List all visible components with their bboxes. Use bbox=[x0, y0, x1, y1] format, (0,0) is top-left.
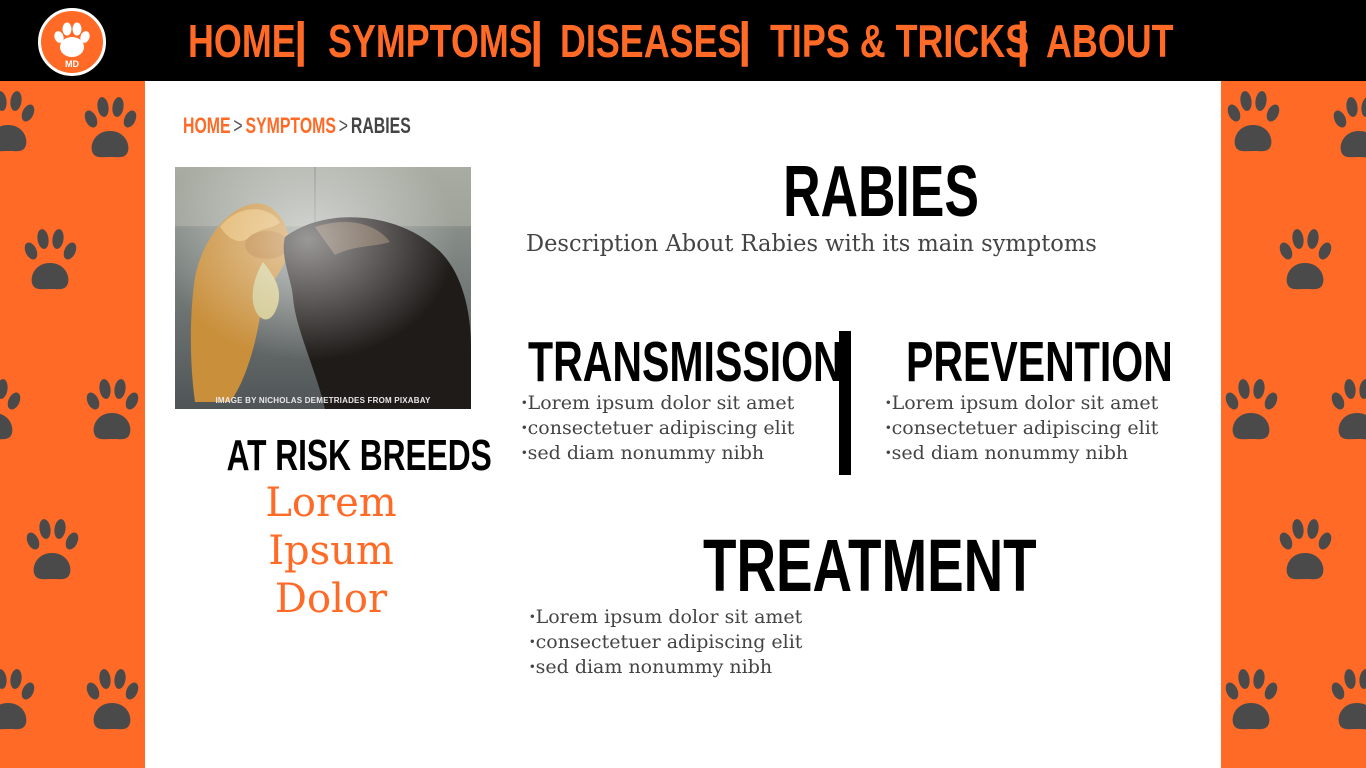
top-navigation-bar: MD HOME | SYMPTOMS | DISEASES | TIPS & T… bbox=[0, 0, 1366, 81]
breadcrumb-current: RABIES bbox=[350, 113, 411, 138]
paw-print-icon bbox=[0, 90, 141, 730]
photo-credit: IMAGE BY NICHOLAS DEMETRIADES FROM PIXAB… bbox=[215, 396, 431, 405]
treatment-heading: TREATMENT bbox=[703, 524, 1037, 607]
nav-symptoms[interactable]: SYMPTOMS bbox=[328, 14, 533, 68]
treatment-list: Lorem ipsum dolor sit amet consectetuer … bbox=[529, 605, 803, 680]
logo-text: MD bbox=[65, 59, 79, 69]
list-item: Lorem ipsum dolor sit amet bbox=[521, 391, 795, 416]
list-item: consectetuer adipiscing elit bbox=[521, 416, 795, 441]
nav-home[interactable]: HOME bbox=[188, 14, 296, 68]
disease-photo: IMAGE BY NICHOLAS DEMETRIADES FROM PIXAB… bbox=[175, 167, 471, 409]
right-paw-pattern bbox=[1221, 81, 1366, 768]
nav-tips-tricks[interactable]: TIPS & TRICKS bbox=[770, 14, 1029, 68]
paw-print-icon bbox=[1223, 90, 1366, 730]
left-paw-pattern bbox=[0, 81, 145, 768]
at-risk-breeds-list: Lorem Ipsum Dolor bbox=[245, 479, 417, 623]
section-divider bbox=[839, 331, 851, 475]
breed-item: Dolor bbox=[274, 576, 388, 622]
breadcrumb-symptoms[interactable]: SYMPTOMS bbox=[246, 113, 336, 138]
transmission-heading: TRANSMISSION bbox=[528, 330, 843, 394]
nav-separator: | bbox=[294, 14, 308, 67]
breadcrumb-home[interactable]: HOME bbox=[183, 113, 231, 138]
dogs-photo-illustration bbox=[175, 167, 471, 409]
list-item: Lorem ipsum dolor sit amet bbox=[885, 391, 1159, 416]
nav-separator: | bbox=[738, 14, 752, 67]
main-content: HOME > SYMPTOMS > RABIES IMAGE BY NICHOL… bbox=[145, 81, 1221, 768]
breadcrumb-separator: > bbox=[233, 113, 243, 138]
breadcrumb-separator: > bbox=[338, 113, 349, 138]
site-logo[interactable]: MD bbox=[38, 8, 106, 76]
list-item: consectetuer adipiscing elit bbox=[529, 630, 803, 655]
list-item: sed diam nonummy nibh bbox=[521, 441, 794, 466]
nav-diseases[interactable]: DISEASES bbox=[560, 14, 741, 68]
list-item: sed diam nonummy nibh bbox=[529, 655, 802, 680]
disease-description: Description About Rabies with its main s… bbox=[526, 231, 1097, 257]
prevention-heading: PREVENTION bbox=[906, 330, 1173, 394]
page-title: RABIES bbox=[783, 152, 979, 232]
list-item: Lorem ipsum dolor sit amet bbox=[529, 605, 803, 630]
nav-separator: | bbox=[530, 14, 544, 67]
list-item: sed diam nonummy nibh bbox=[885, 441, 1158, 466]
main-nav: HOME | SYMPTOMS | DISEASES | TIPS & TRIC… bbox=[188, 0, 1174, 81]
nav-about[interactable]: ABOUT bbox=[1046, 14, 1174, 68]
at-risk-breeds-heading: AT RISK BREEDS bbox=[226, 431, 492, 480]
prevention-list: Lorem ipsum dolor sit amet consectetuer … bbox=[885, 391, 1159, 466]
breadcrumb: HOME > SYMPTOMS > RABIES bbox=[183, 113, 411, 139]
list-item: consectetuer adipiscing elit bbox=[885, 416, 1159, 441]
breed-item: Lorem bbox=[265, 480, 397, 526]
breed-item: Ipsum bbox=[268, 528, 394, 574]
transmission-list: Lorem ipsum dolor sit amet consectetuer … bbox=[521, 391, 795, 466]
